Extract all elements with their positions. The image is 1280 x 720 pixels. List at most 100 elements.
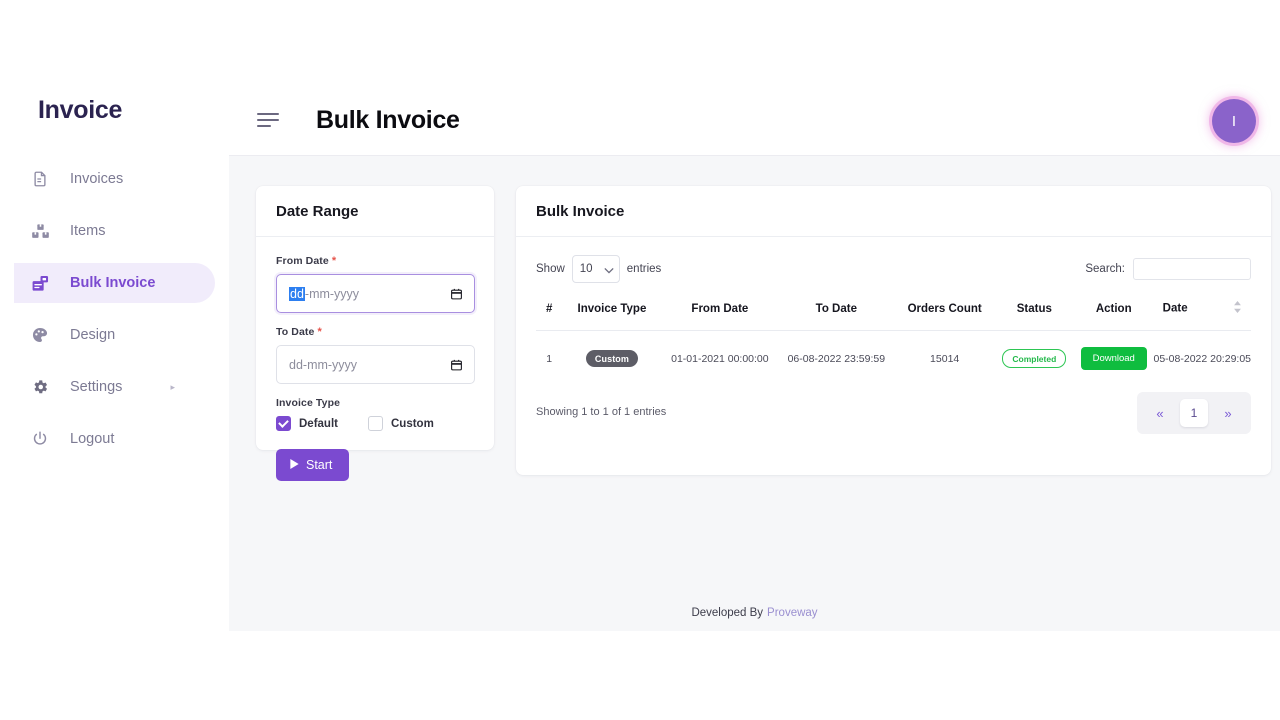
invoice-type-options: Default Custom [276, 416, 474, 431]
sidebar-item-logout[interactable]: Logout [14, 419, 215, 459]
to-date-input[interactable]: dd-mm-yyyy [276, 345, 475, 384]
required-asterisk: * [331, 255, 337, 267]
date-range-card: Date Range From Date * dd-mm-yyyy To Dat… [256, 186, 494, 481]
from-date-placeholder: dd-mm-yyyy [289, 286, 360, 301]
pagination-first-button[interactable]: « [1146, 399, 1174, 427]
search-control: Search: [1085, 258, 1251, 280]
footer-link-proveway[interactable]: Proveway [767, 607, 818, 619]
table-info: Showing 1 to 1 of 1 entries [536, 406, 667, 418]
hamburger-bar [257, 125, 271, 127]
status-badge: Completed [1002, 349, 1067, 368]
pagination-page-1[interactable]: 1 [1180, 399, 1208, 427]
date-range-title: Date Range [276, 203, 359, 220]
hamburger-bar [257, 119, 279, 121]
start-button[interactable]: Start [276, 449, 350, 481]
start-button-label: Start [306, 458, 333, 472]
sidebar-item-label: Invoices [70, 171, 124, 187]
cell-date: 05-08-2022 20:29:05 [1153, 352, 1252, 365]
brand-title: Invoice [38, 96, 123, 124]
table-header-row: # Invoice Type From Date To Date Orders … [536, 301, 1251, 331]
chevron-right-icon: ▸ [170, 381, 175, 392]
cell-index: 1 [546, 352, 553, 365]
column-header-action: Action [1095, 302, 1132, 315]
sidebar-nav: Invoices Items Bulk Invoice Design Setti… [0, 159, 229, 459]
column-header-index: # [545, 302, 553, 315]
column-header-status: Status [1016, 302, 1052, 315]
sidebar-item-settings[interactable]: Settings ▸ [14, 367, 215, 407]
invoice-type-option-default[interactable]: Default [276, 416, 338, 431]
from-date-input[interactable]: dd-mm-yyyy [276, 274, 475, 313]
table-head: # Invoice Type From Date To Date Orders … [536, 301, 1251, 331]
page-title: Bulk Invoice [316, 105, 460, 134]
footer-text: Developed By [691, 607, 764, 619]
sidebar-item-bulk-invoice[interactable]: Bulk Invoice [14, 263, 215, 303]
table-controls: Show 10 25 50 100 ent [536, 251, 1251, 287]
sidebar-item-items[interactable]: Items [14, 211, 215, 251]
table-card-header: Bulk Invoice [516, 186, 1271, 237]
sidebar-item-design[interactable]: Design [14, 315, 215, 355]
table-card-body: Show 10 25 50 100 ent [516, 237, 1271, 434]
invoice-type-option-custom[interactable]: Custom [367, 416, 434, 431]
cell-to-date: 06-08-2022 23:59:59 [787, 352, 886, 365]
entries-label: entries [626, 263, 662, 275]
from-date-label-text: From Date [276, 255, 329, 267]
search-label: Search: [1085, 263, 1125, 275]
pagination-last-button[interactable]: » [1214, 399, 1242, 427]
table-body: 1 Custom 01-01-2021 00:00:00 06-08-2022 … [536, 331, 1251, 387]
page-length-select[interactable]: 10 25 50 100 [571, 255, 620, 283]
sidebar-item-label: Design [70, 327, 116, 343]
hamburger-icon[interactable] [257, 112, 279, 128]
to-date-placeholder: dd-mm-yyyy [289, 357, 358, 372]
search-input[interactable] [1133, 258, 1251, 280]
sidebar-item-invoices[interactable]: Invoices [14, 159, 215, 199]
invoice-type-badge: Custom [585, 350, 639, 367]
bulk-invoice-icon [29, 272, 51, 294]
download-button[interactable]: Download [1080, 347, 1147, 370]
avatar-wrapper: I [1212, 99, 1256, 143]
power-icon [29, 428, 51, 450]
cell-action: Download [1074, 331, 1154, 387]
cell-invoice-type: Custom [562, 331, 661, 387]
pagination: « 1 » [1137, 392, 1251, 434]
page-footer: Developed By Proveway [229, 595, 1280, 631]
calendar-icon[interactable] [450, 287, 463, 300]
checkbox-custom[interactable] [367, 416, 383, 431]
topbar: Bulk Invoice I [229, 85, 1280, 156]
from-date-dd-segment: dd [289, 286, 305, 301]
app-root: Invoice Invoices Items Bulk Invoice Desi… [0, 0, 1280, 720]
column-header-date-label: Date [1162, 302, 1188, 315]
cell-orders-count: 15014 [930, 352, 960, 365]
cell-status: Completed [995, 331, 1074, 387]
from-date-rest-segment: -mm-yyyy [304, 286, 360, 301]
to-date-label: To Date * [276, 326, 474, 338]
column-header-orders-count: Orders Count [907, 302, 982, 315]
checkbox-default[interactable] [276, 416, 291, 431]
date-range-card-header: Date Range [256, 186, 494, 237]
bulk-invoice-table-card: Bulk Invoice Show 10 25 50 100 [516, 186, 1271, 475]
sidebar-item-label: Items [70, 223, 106, 239]
hamburger-bar [257, 113, 279, 115]
column-header-date[interactable]: Date [1154, 301, 1252, 331]
checkbox-default-label: Default [299, 417, 338, 430]
show-label: Show [536, 263, 565, 275]
bulk-invoice-table: # Invoice Type From Date To Date Orders … [536, 301, 1251, 386]
document-icon [29, 168, 51, 190]
gear-icon [29, 376, 51, 398]
avatar[interactable]: I [1212, 99, 1256, 143]
column-header-invoice-type: Invoice Type [577, 302, 647, 315]
sidebar-item-label: Settings [70, 379, 123, 395]
calendar-icon[interactable] [450, 358, 463, 371]
required-asterisk: * [317, 326, 322, 338]
table-footer: Showing 1 to 1 of 1 entries « 1 » [536, 386, 1251, 434]
cell-from-date: 01-01-2021 00:00:00 [671, 352, 769, 365]
table-card-title: Bulk Invoice [536, 203, 625, 220]
sort-icon[interactable] [1233, 301, 1242, 316]
invoice-type-label: Invoice Type [276, 397, 341, 409]
boxes-icon [29, 220, 51, 242]
sidebar-item-label: Logout [70, 431, 115, 447]
palette-icon [29, 324, 51, 346]
table-row: 1 Custom 01-01-2021 00:00:00 06-08-2022 … [536, 331, 1251, 387]
main-content: Date Range From Date * dd-mm-yyyy To Dat… [229, 156, 1280, 631]
date-range-body: From Date * dd-mm-yyyy To Date * dd-mm-y… [256, 237, 494, 501]
column-header-from-date: From Date [691, 302, 749, 315]
